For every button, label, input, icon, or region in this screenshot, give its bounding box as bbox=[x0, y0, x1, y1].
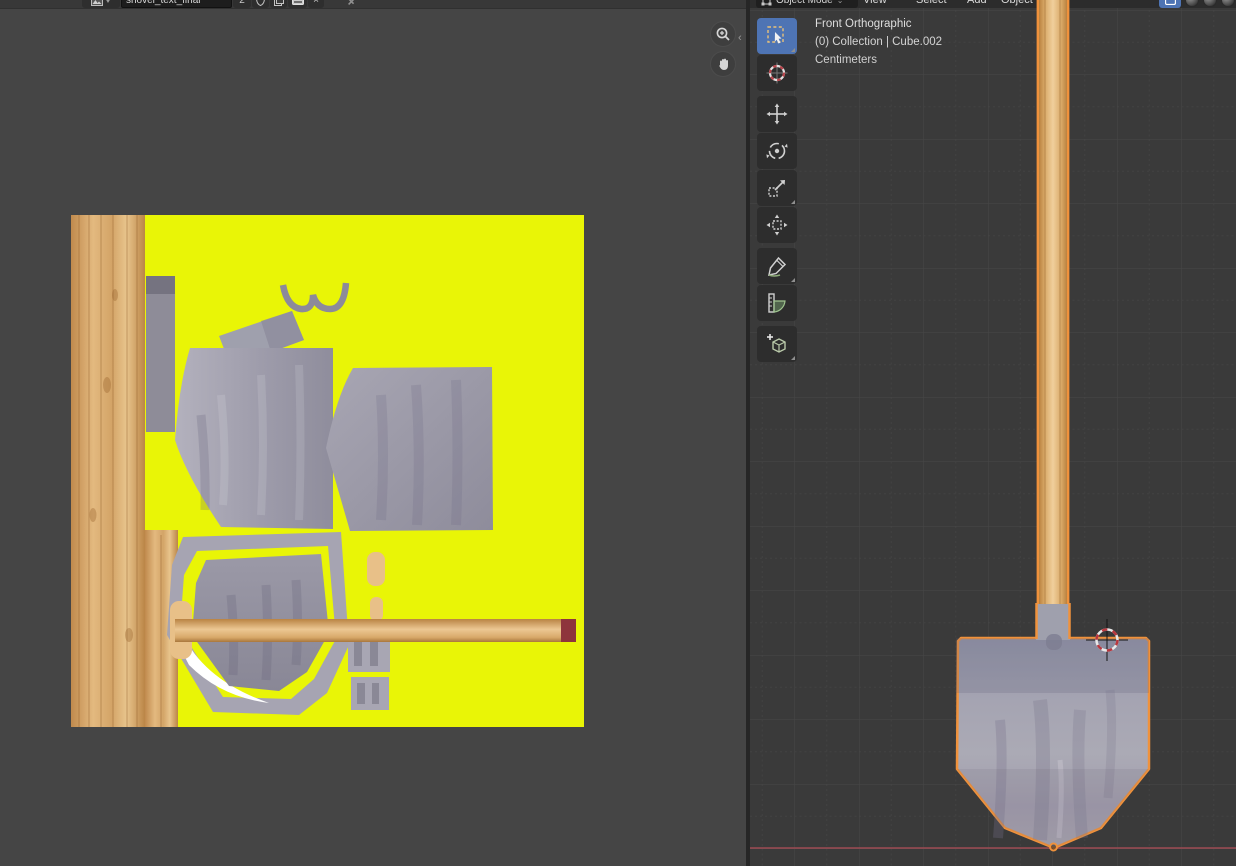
viewport-3d-canvas[interactable] bbox=[750, 0, 1236, 866]
tool-transform[interactable] bbox=[757, 207, 797, 243]
tool-scale[interactable] bbox=[757, 170, 797, 206]
browse-image-button[interactable] bbox=[82, 0, 120, 8]
measure-icon bbox=[765, 291, 789, 315]
shading-wireframe-icon[interactable] bbox=[1185, 0, 1199, 7]
region-collapse-arrow[interactable]: ‹ bbox=[738, 33, 742, 44]
tool-rotate[interactable] bbox=[757, 133, 797, 169]
open-image-icon bbox=[292, 0, 304, 5]
tool-cursor[interactable] bbox=[757, 55, 797, 91]
object-mode-icon bbox=[761, 0, 772, 6]
gizmo-toggle-button[interactable] bbox=[1159, 0, 1181, 8]
pin-icon[interactable] bbox=[344, 0, 360, 8]
cursor-tool-icon bbox=[765, 61, 789, 85]
unlink-image-button[interactable]: × bbox=[308, 0, 324, 8]
object-origin-dot bbox=[1050, 844, 1057, 851]
open-image-button[interactable] bbox=[288, 0, 307, 8]
menu-add[interactable]: Add bbox=[967, 0, 987, 8]
menu-select[interactable]: Select bbox=[916, 0, 947, 8]
uv-editor-canvas[interactable]: ‹ bbox=[0, 9, 746, 866]
new-image-button[interactable] bbox=[270, 0, 287, 8]
tool-measure[interactable] bbox=[757, 285, 797, 321]
image-editor-header: 2 × bbox=[0, 0, 746, 9]
menu-object[interactable]: Object bbox=[1001, 0, 1033, 8]
tool-add-cube[interactable] bbox=[757, 326, 797, 362]
units-label: Centimeters bbox=[815, 51, 877, 69]
shield-icon bbox=[256, 0, 265, 6]
tool-annotate[interactable] bbox=[757, 248, 797, 284]
duplicate-icon bbox=[274, 0, 284, 6]
texture-image bbox=[71, 215, 584, 727]
hand-icon bbox=[716, 57, 731, 72]
uv-image-editor-panel: 2 × bbox=[0, 0, 746, 866]
image-name-field[interactable] bbox=[121, 0, 232, 8]
rotate-icon bbox=[765, 139, 789, 163]
chevron-down-icon: ⌄ bbox=[837, 0, 844, 5]
shading-rendered-icon[interactable] bbox=[1221, 0, 1235, 7]
image-icon bbox=[91, 0, 103, 6]
tool-move[interactable] bbox=[757, 96, 797, 132]
view-label: Front Orthographic bbox=[815, 15, 912, 33]
viewport-3d-panel: Object Mode ⌄ View Select Add Object bbox=[750, 0, 1236, 866]
shading-solid-icon[interactable] bbox=[1203, 0, 1217, 7]
add-cube-icon bbox=[765, 332, 789, 356]
menu-view[interactable]: View bbox=[863, 0, 887, 8]
annotate-pencil-icon bbox=[765, 254, 789, 278]
move-icon bbox=[765, 102, 789, 126]
shovel-handle bbox=[1039, 0, 1067, 604]
blender-window: 2 × bbox=[0, 0, 1236, 866]
transform-icon bbox=[765, 213, 789, 237]
users-count-button[interactable]: 2 bbox=[233, 0, 251, 8]
tool-select-box[interactable] bbox=[757, 18, 797, 54]
viewport-header: Object Mode ⌄ View Select Add Object bbox=[750, 0, 1236, 8]
zoom-button[interactable] bbox=[710, 21, 736, 47]
fake-user-shield-button[interactable] bbox=[252, 0, 269, 8]
mode-selector[interactable]: Object Mode ⌄ bbox=[756, 0, 858, 8]
magnifier-icon bbox=[715, 26, 731, 42]
mode-selector-label: Object Mode bbox=[776, 0, 833, 6]
collection-object-label: (0) Collection | Cube.002 bbox=[815, 33, 942, 51]
select-box-icon bbox=[765, 24, 789, 48]
scale-icon bbox=[765, 176, 789, 200]
pan-hand-button[interactable] bbox=[710, 51, 736, 77]
chevron-down-icon bbox=[105, 0, 111, 3]
gizmo-icon bbox=[1165, 0, 1176, 5]
